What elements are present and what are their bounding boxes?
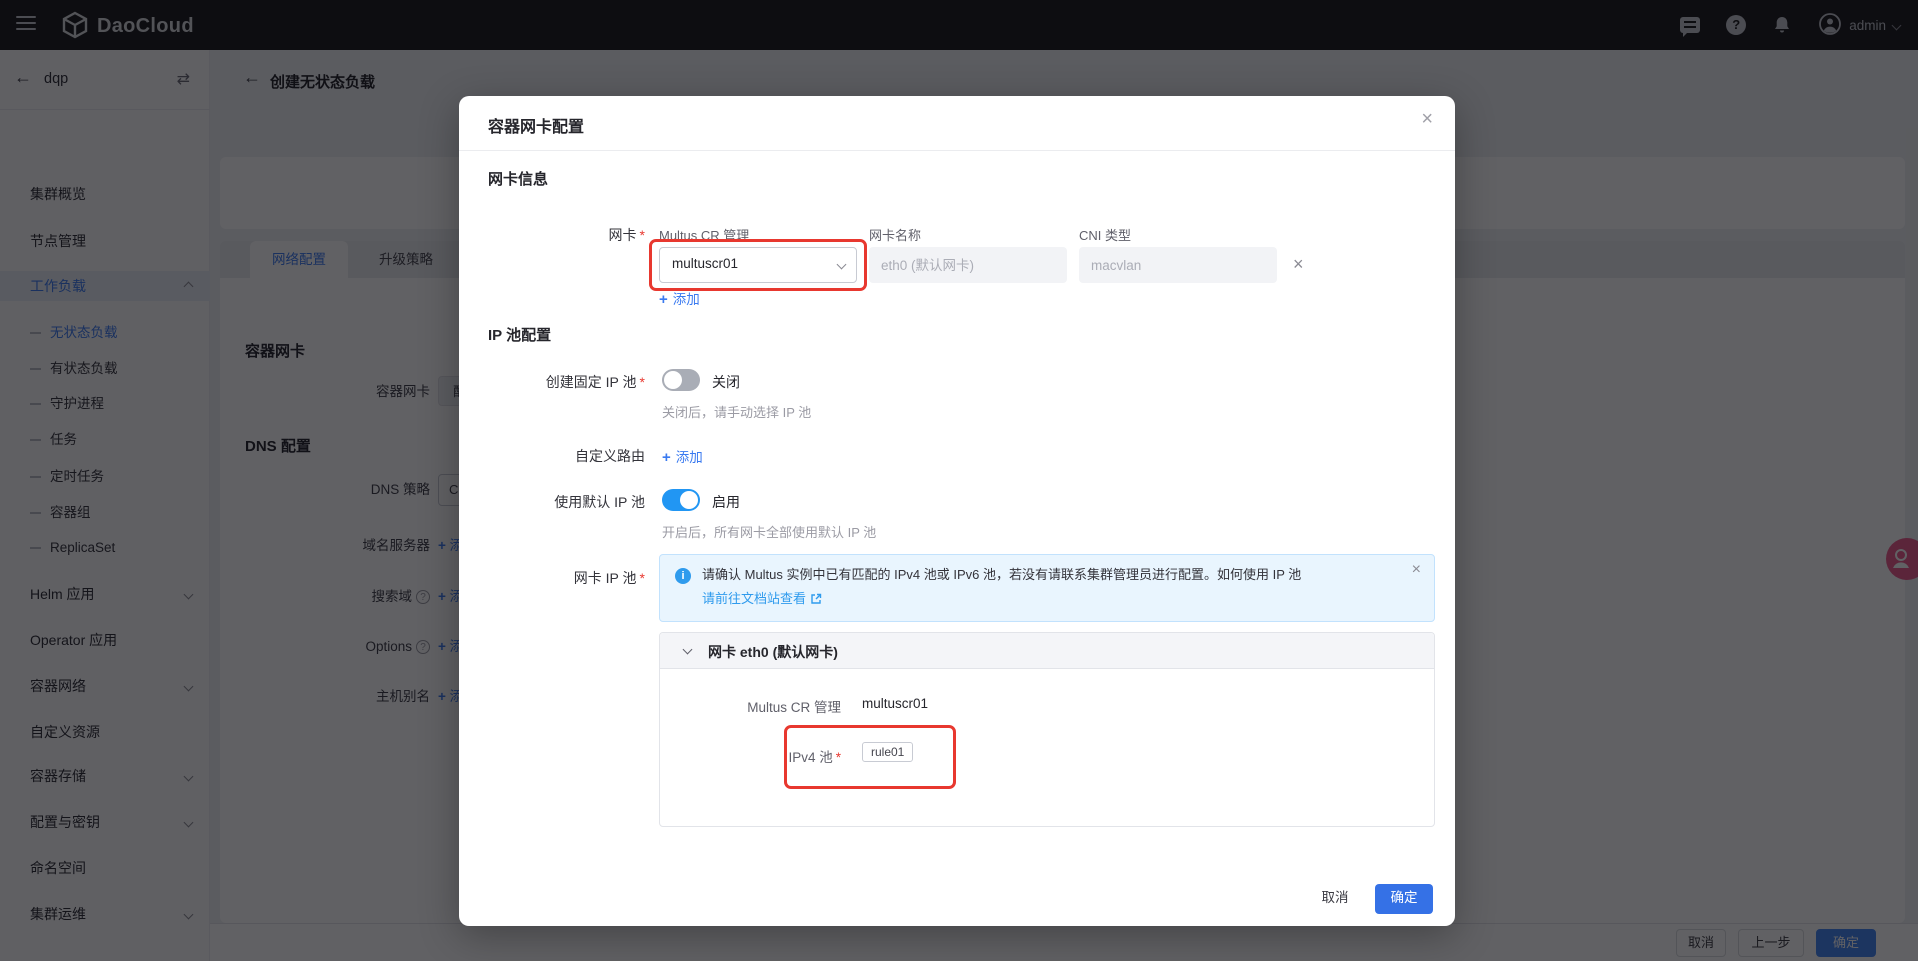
cni-type-input (1079, 247, 1277, 283)
panel-ipv4-label: IPv4 池* (660, 746, 841, 766)
alert-close-icon[interactable]: × (1412, 561, 1421, 579)
panel-multus-value: multuscr01 (862, 696, 928, 711)
modal-title: 容器网卡配置 (488, 113, 584, 137)
default-pool-helper: 开启后，所有网卡全部使用默认 IP 池 (662, 522, 876, 541)
default-pool-toggle[interactable] (662, 489, 700, 511)
ip-pool-info-alert: i 请确认 Multus 实例中已有匹配的 IPv4 池或 IPv6 池，若没有… (659, 554, 1435, 622)
external-link-icon (810, 593, 822, 608)
modal-confirm-button[interactable]: 确定 (1375, 884, 1433, 914)
nic-eth0-panel-header[interactable]: 网卡 eth0 (默认网卡) (660, 633, 1434, 669)
toggle-knob (680, 491, 698, 509)
custom-route-label: 自定义路由 (459, 446, 645, 466)
default-pool-state: 启用 (712, 492, 740, 512)
plus-icon: + (662, 449, 671, 466)
modal-close-icon[interactable]: × (1421, 108, 1433, 131)
modal-section-ip-pool: IP 池配置 (488, 324, 551, 345)
docs-link[interactable]: 请前往文档站查看 (702, 588, 822, 608)
default-pool-label: 使用默认 IP 池 (459, 492, 645, 512)
required-asterisk: * (640, 374, 645, 390)
add-custom-route-link[interactable]: +添加 (662, 446, 703, 466)
plus-icon: + (659, 291, 668, 308)
modal-header-divider (459, 150, 1455, 151)
fixed-pool-toggle[interactable] (662, 369, 700, 391)
required-asterisk: * (836, 750, 841, 765)
ipv4-pool-tag: rule01 (862, 742, 913, 762)
nic-eth0-panel-title: 网卡 eth0 (默认网卡) (708, 642, 838, 662)
fixed-pool-label: 创建固定 IP 池* (459, 372, 645, 392)
field-label-nic-name: 网卡名称 (869, 225, 921, 244)
alert-text: 请确认 Multus 实例中已有匹配的 IPv4 池或 IPv6 池，若没有请联… (702, 565, 1390, 585)
modal-cancel-button[interactable]: 取消 (1309, 884, 1361, 914)
field-label-cni-type: CNI 类型 (1079, 225, 1131, 244)
fixed-pool-state: 关闭 (712, 372, 740, 392)
required-asterisk: * (640, 227, 645, 243)
multus-cr-select-value: multuscr01 (672, 256, 738, 271)
nic-config-modal: 容器网卡配置 × 网卡信息 网卡* Multus CR 管理 网卡名称 CNI … (459, 96, 1455, 926)
screen: DaoCloud ? admin ← dqp ⇄ 集群概览节点管理工作负载无状态… (0, 0, 1918, 961)
multus-cr-select[interactable]: multuscr01 (659, 247, 857, 283)
nic-name-input (869, 247, 1067, 283)
nic-row-label: 网卡* (459, 225, 645, 245)
field-label-multus-cr: Multus CR 管理 (659, 225, 749, 244)
modal-section-nic-info: 网卡信息 (488, 168, 548, 189)
panel-multus-label: Multus CR 管理 (660, 696, 841, 716)
select-chevron-down-icon (837, 260, 847, 270)
collapse-chevron-icon (683, 645, 693, 655)
remove-nic-icon[interactable]: × (1293, 254, 1304, 275)
add-nic-link[interactable]: +添加 (659, 288, 700, 308)
info-icon: i (675, 568, 691, 584)
fixed-pool-helper: 关闭后，请手动选择 IP 池 (662, 402, 811, 421)
nic-eth0-panel: 网卡 eth0 (默认网卡) Multus CR 管理 multuscr01 I… (659, 632, 1435, 827)
toggle-knob (664, 371, 682, 389)
required-asterisk: * (640, 570, 645, 586)
nic-ip-pool-label: 网卡 IP 池* (459, 568, 645, 588)
